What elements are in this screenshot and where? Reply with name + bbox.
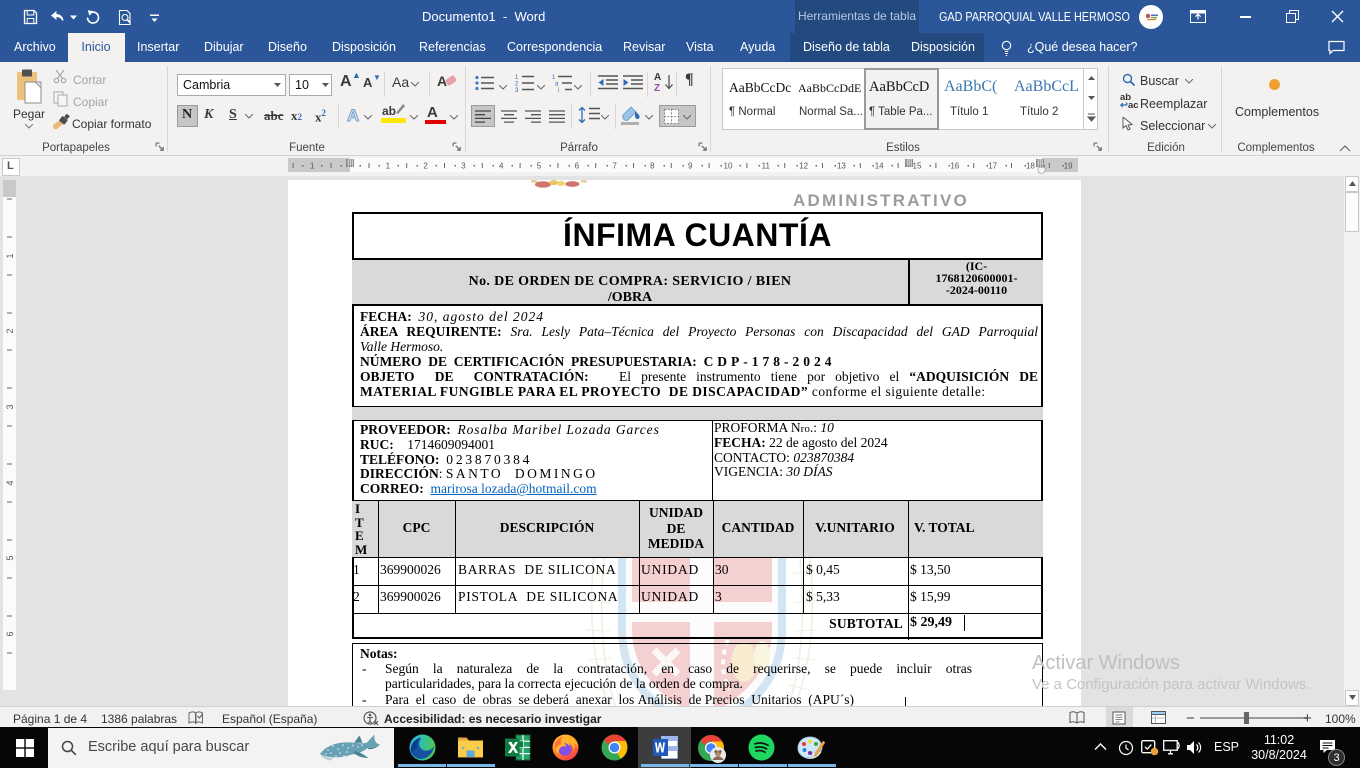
- svg-text:6: 6: [5, 631, 15, 636]
- svg-text:2: 2: [423, 162, 428, 171]
- svg-text:2: 2: [5, 328, 15, 333]
- svg-text:i: i: [558, 88, 559, 92]
- svg-text:9: 9: [688, 162, 693, 171]
- svg-text:5: 5: [5, 555, 15, 560]
- svg-text:14: 14: [875, 162, 884, 171]
- svg-text:1: 1: [552, 75, 556, 81]
- svg-text:17: 17: [988, 162, 997, 171]
- svg-text:16: 16: [950, 162, 959, 171]
- svg-text:2: 2: [515, 82, 519, 88]
- svg-text:7: 7: [612, 162, 617, 171]
- svg-text:3: 3: [515, 88, 519, 92]
- svg-text:3: 3: [5, 404, 15, 409]
- svg-text:4: 4: [499, 162, 504, 171]
- svg-text:10: 10: [724, 162, 733, 171]
- svg-text:1: 1: [386, 162, 391, 171]
- svg-text:11: 11: [762, 162, 771, 171]
- svg-text:4: 4: [5, 480, 15, 485]
- svg-text:8: 8: [650, 162, 655, 171]
- svg-text:15: 15: [913, 162, 922, 171]
- svg-text:1: 1: [310, 162, 315, 171]
- svg-text:a: a: [555, 82, 559, 88]
- svg-text:13: 13: [837, 162, 846, 171]
- svg-text:1: 1: [5, 253, 15, 258]
- svg-text:5: 5: [537, 162, 542, 171]
- svg-text:18: 18: [1026, 162, 1035, 171]
- svg-text:19: 19: [1064, 162, 1073, 171]
- svg-text:12: 12: [799, 162, 808, 171]
- svg-text:1: 1: [515, 75, 519, 81]
- svg-text:3: 3: [461, 162, 466, 171]
- svg-text:6: 6: [575, 162, 580, 171]
